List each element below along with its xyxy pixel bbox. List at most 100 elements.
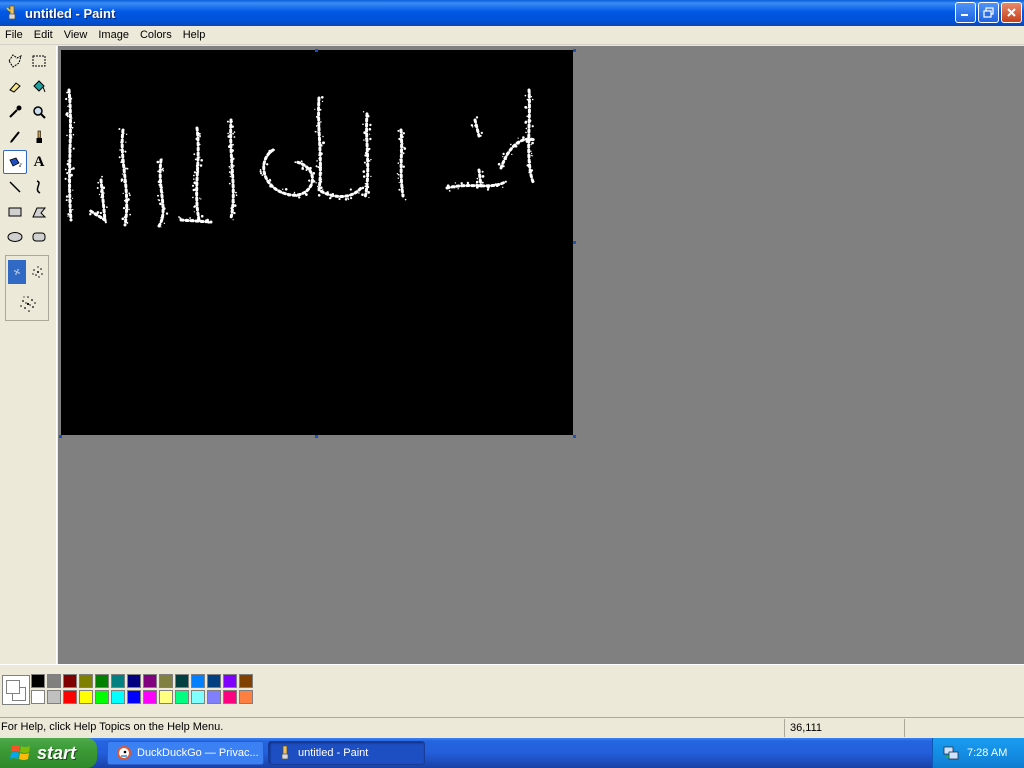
resize-handle-bottom-right[interactable]	[573, 435, 576, 438]
spray-dot	[102, 186, 106, 189]
palette-color-swatch[interactable]	[191, 674, 205, 688]
spray-dot	[193, 211, 195, 213]
spray-dot	[65, 112, 69, 115]
close-button[interactable]	[1001, 2, 1022, 23]
palette-color-swatch[interactable]	[175, 690, 189, 704]
spray-dot	[70, 97, 73, 100]
taskbar-item-duckduckgo[interactable]: DuckDuckGo — Privac...	[107, 741, 264, 765]
airbrush-size-large[interactable]	[14, 290, 42, 318]
title-bar[interactable]: untitled - Paint	[0, 0, 1024, 26]
spray-dot	[64, 168, 67, 171]
spray-dot	[321, 141, 325, 145]
rectangle-tool[interactable]	[3, 200, 27, 224]
pencil-tool[interactable]	[3, 125, 27, 149]
palette-color-swatch[interactable]	[95, 690, 109, 704]
spray-dot	[71, 117, 73, 119]
free-form-select-tool[interactable]	[3, 49, 27, 73]
duckduckgo-icon	[117, 746, 131, 760]
palette-color-swatch[interactable]	[47, 690, 61, 704]
spray-dot	[529, 119, 532, 122]
spray-dot	[194, 158, 197, 161]
start-button[interactable]: start	[0, 738, 97, 768]
palette-color-swatch[interactable]	[63, 674, 77, 688]
palette-color-swatch[interactable]	[127, 674, 141, 688]
palette-color-swatch[interactable]	[191, 690, 205, 704]
spray-dot	[206, 218, 209, 221]
menu-image[interactable]: Image	[93, 29, 135, 41]
palette-color-swatch[interactable]	[31, 674, 45, 688]
spray-dot	[400, 158, 402, 160]
spray-dot	[192, 196, 194, 199]
palette-color-swatch[interactable]	[207, 674, 221, 688]
palette-color-swatch[interactable]	[47, 674, 61, 688]
menu-colors[interactable]: Colors	[135, 29, 178, 41]
menu-help[interactable]: Help	[178, 29, 212, 41]
spray-dot	[269, 152, 271, 154]
pick-color-tool[interactable]	[3, 100, 27, 124]
polygon-tool[interactable]	[27, 200, 51, 224]
palette-color-swatch[interactable]	[127, 690, 141, 704]
palette-color-swatch[interactable]	[159, 690, 173, 704]
spray-dot	[475, 183, 478, 186]
palette-color-swatch[interactable]	[95, 674, 109, 688]
spray-dot	[318, 141, 321, 143]
line-tool[interactable]	[3, 175, 27, 199]
palette-color-swatch[interactable]	[223, 674, 237, 688]
palette-color-swatch[interactable]	[143, 674, 157, 688]
spray-dot	[349, 188, 352, 191]
palette-color-swatch[interactable]	[239, 674, 253, 688]
spray-dot	[100, 190, 103, 193]
current-colors[interactable]	[2, 675, 30, 705]
spray-dot	[370, 158, 372, 161]
spray-dot	[525, 127, 528, 130]
spray-dot	[232, 143, 234, 146]
fill-tool[interactable]	[27, 75, 51, 99]
curve-tool[interactable]	[27, 175, 51, 199]
magnifier-tool[interactable]	[27, 100, 51, 124]
menu-file[interactable]: File	[0, 29, 29, 41]
palette-color-swatch[interactable]	[111, 674, 125, 688]
spray-dot	[487, 186, 489, 189]
resize-handle-right[interactable]	[573, 241, 576, 244]
spray-dot	[160, 226, 162, 228]
menu-view[interactable]: View	[59, 29, 94, 41]
palette-color-swatch[interactable]	[63, 690, 77, 704]
palette-color-swatch[interactable]	[175, 674, 189, 688]
palette-color-swatch[interactable]	[111, 690, 125, 704]
palette-color-swatch[interactable]	[159, 674, 173, 688]
spray-dot	[229, 214, 233, 218]
resize-handle-bottom[interactable]	[315, 435, 318, 438]
palette-color-swatch[interactable]	[79, 690, 93, 704]
spray-dot	[313, 180, 316, 183]
spray-dot	[366, 112, 368, 114]
magnifier-icon	[33, 106, 46, 119]
palette-color-swatch[interactable]	[239, 690, 253, 704]
palette-color-swatch[interactable]	[207, 690, 221, 704]
spray-dot	[64, 177, 67, 180]
taskbar-item-paint[interactable]: untitled - Paint	[268, 741, 425, 765]
palette-color-swatch[interactable]	[223, 690, 237, 704]
palette-color-swatch[interactable]	[79, 674, 93, 688]
spray-dot	[293, 191, 296, 194]
airbrush-size-medium[interactable]	[28, 260, 48, 284]
palette-color-swatch[interactable]	[31, 690, 45, 704]
menu-edit[interactable]: Edit	[29, 29, 59, 41]
brush-tool[interactable]	[27, 125, 51, 149]
eraser-tool[interactable]	[3, 75, 27, 99]
airbrush-size-small[interactable]	[8, 260, 26, 284]
spray-dot	[481, 175, 485, 178]
drawing-canvas[interactable]	[61, 50, 573, 435]
network-icon[interactable]	[943, 745, 959, 761]
canvas-workspace[interactable]	[58, 46, 1024, 664]
rectangle-select-tool[interactable]	[27, 49, 51, 73]
palette-color-swatch[interactable]	[143, 690, 157, 704]
rounded-rectangle-tool[interactable]	[27, 225, 51, 249]
spray-large-icon	[20, 296, 36, 312]
minimize-button[interactable]	[955, 2, 976, 23]
airbrush-tool[interactable]	[3, 150, 27, 174]
clock[interactable]: 7:28 AM	[967, 747, 1007, 759]
restore-button[interactable]	[978, 2, 999, 23]
spray-dot	[120, 180, 123, 182]
ellipse-tool[interactable]	[3, 225, 27, 249]
text-tool[interactable]: A	[27, 150, 51, 174]
